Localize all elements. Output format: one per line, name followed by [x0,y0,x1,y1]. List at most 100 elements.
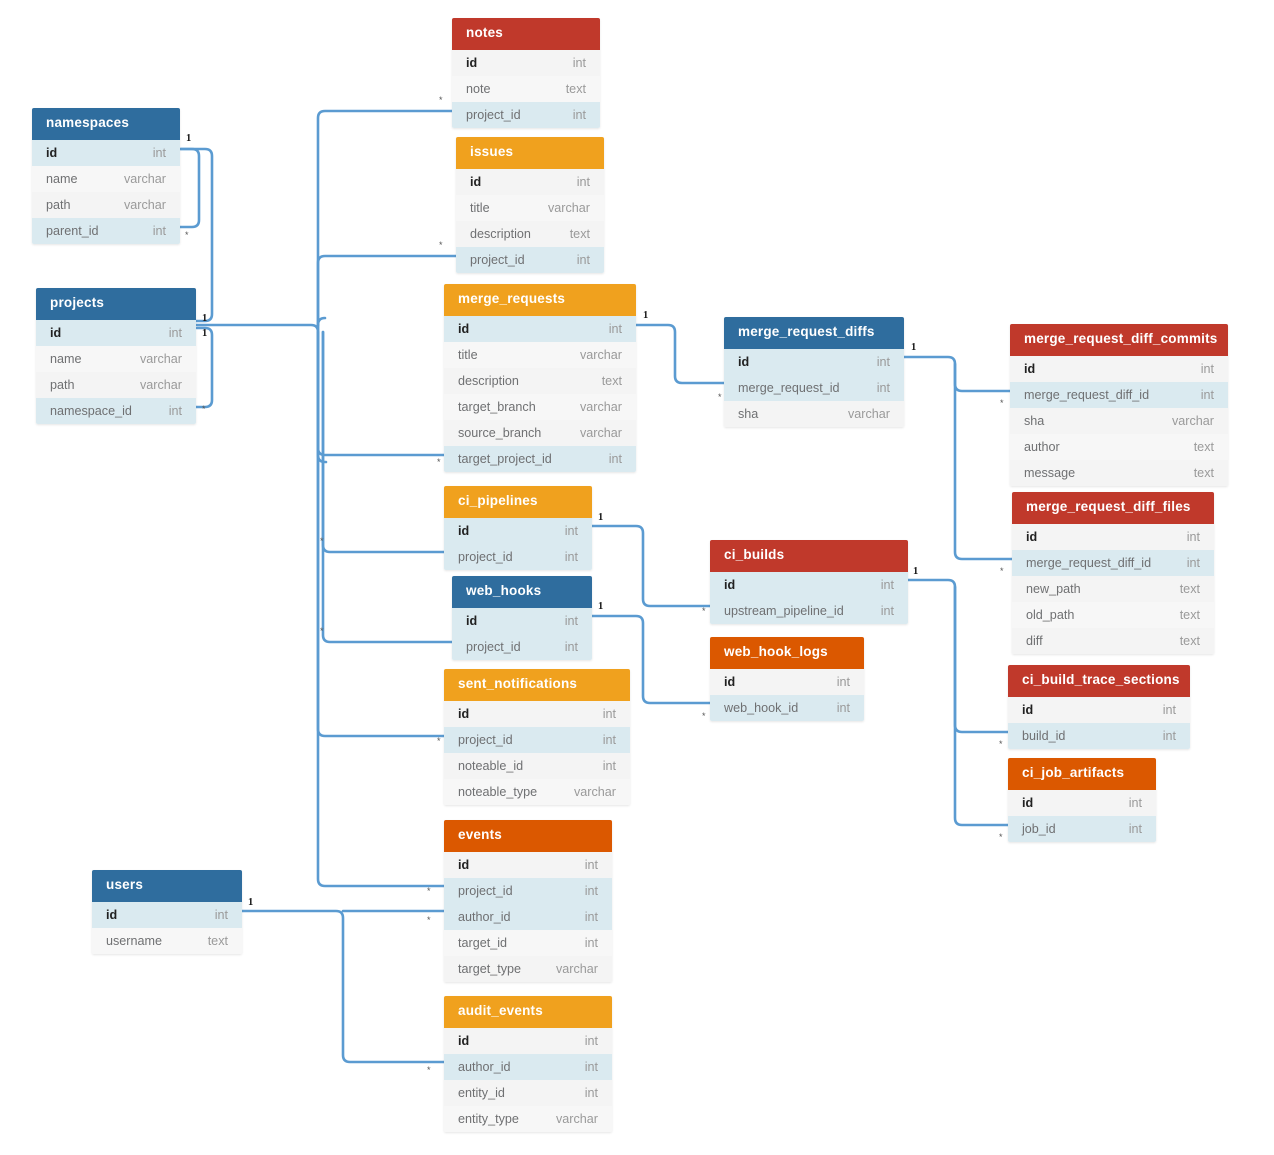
column-name: merge_request_id [738,380,840,395]
column-row[interactable]: project_id int [444,726,630,753]
column-row[interactable]: entity_id int [444,1079,612,1106]
table-ci_build_trace_sections[interactable]: ci_build_trace_sections id int build_id int [1008,665,1190,749]
table-notes[interactable]: notes id int note text project_id int [452,18,600,128]
column-row[interactable]: noteable_type varchar [444,778,630,805]
column-name: id [1026,529,1038,544]
column-row[interactable]: id int [452,607,592,634]
table-merge_request_diff_commits[interactable]: merge_request_diff_commits id int merge_req… [1010,324,1228,486]
table-ci_job_artifacts[interactable]: ci_job_artifacts id int job_id int [1008,758,1156,842]
table-merge_requests[interactable]: merge_requests id int title varchar descripti… [444,284,636,472]
column-row[interactable]: id int [444,851,612,878]
column-row[interactable]: sha varchar [724,400,904,427]
column-row[interactable]: id int [32,139,180,166]
column-row[interactable]: message text [1010,459,1228,486]
column-row[interactable]: new_path text [1012,575,1214,602]
table-issues[interactable]: issues id int title varchar description text pr… [456,137,604,273]
column-row[interactable]: entity_type varchar [444,1105,612,1132]
cardinality-mark-many: * [439,95,443,105]
column-row[interactable]: author text [1010,433,1228,460]
column-row[interactable]: id int [456,168,604,195]
table-users[interactable]: users id int username text [92,870,242,954]
column-row[interactable]: target_type varchar [444,955,612,982]
table-web_hooks[interactable]: web_hooks id int project_id int [452,576,592,660]
column-type: int [836,700,850,715]
column-row[interactable]: upstream_pipeline_id int [710,597,908,624]
column-type: int [584,857,598,872]
column-type: int [1200,387,1214,402]
column-row[interactable]: build_id int [1008,722,1190,749]
column-row[interactable]: project_id int [444,543,592,570]
column-row[interactable]: target_id int [444,929,612,956]
column-row[interactable]: id int [724,348,904,375]
column-type: int [602,706,616,721]
column-row[interactable]: id int [36,319,196,346]
column-row[interactable]: id int [444,1027,612,1054]
edge-mrdiffs-spine [902,355,1014,561]
column-row[interactable]: author_id int [444,903,612,930]
column-row[interactable]: project_id int [452,633,592,660]
table-merge_request_diff_files[interactable]: merge_request_diff_files id int merge_reque… [1012,492,1214,654]
column-row[interactable]: parent_id int [32,217,180,244]
column-row[interactable]: project_id int [452,101,600,128]
table-sent_notifications[interactable]: sent_notifications id int project_id int note… [444,669,630,805]
edge-projects-namespace-id [194,326,214,409]
column-name: id [1024,361,1036,376]
column-row[interactable]: project_id int [444,877,612,904]
column-row[interactable]: path varchar [32,191,180,218]
table-audit_events[interactable]: audit_events id int author_id int entity_id in… [444,996,612,1132]
cardinality-label-one: 1 [643,310,649,321]
column-type: int [1186,555,1200,570]
column-row[interactable]: diff text [1012,627,1214,654]
column-row[interactable]: id int [1010,355,1228,382]
column-row[interactable]: sha varchar [1010,407,1228,434]
table-ci_builds[interactable]: ci_builds id int upstream_pipeline_id int [710,540,908,624]
column-row[interactable]: description text [444,367,636,394]
column-row[interactable]: target_project_id int [444,445,636,472]
column-row[interactable]: id int [1008,696,1190,723]
column-row[interactable]: name varchar [32,165,180,192]
column-row[interactable]: username text [92,927,242,954]
column-row[interactable]: description text [456,220,604,247]
table-namespaces[interactable]: namespaces id int name varchar path varchar par… [32,108,180,244]
column-row[interactable]: merge_request_diff_id int [1012,549,1214,576]
table-projects[interactable]: projects id int name varchar path varchar names… [36,288,196,424]
column-row[interactable]: id int [92,901,242,928]
edge-namespaces-self [178,147,201,229]
column-row[interactable]: id int [710,571,908,598]
column-type: int [168,325,182,340]
table-ci_pipelines[interactable]: ci_pipelines id int project_id int [444,486,592,570]
column-row[interactable]: job_id int [1008,815,1156,842]
column-row[interactable]: noteable_id int [444,752,630,779]
column-row[interactable]: note text [452,75,600,102]
column-row[interactable]: title varchar [456,194,604,221]
column-row[interactable]: author_id int [444,1053,612,1080]
table-events[interactable]: events id int project_id int author_id int targ… [444,820,612,982]
column-row[interactable]: id int [452,49,600,76]
column-row[interactable]: id int [444,700,630,727]
table-header-users: users [92,870,242,902]
column-row[interactable]: title varchar [444,341,636,368]
column-row[interactable]: id int [444,315,636,342]
column-row[interactable]: web_hook_id int [710,694,864,721]
column-row[interactable]: old_path text [1012,601,1214,628]
table-header-notes: notes [452,18,600,50]
column-row[interactable]: id int [710,668,864,695]
column-row[interactable]: id int [1008,789,1156,816]
column-row[interactable]: namespace_id int [36,397,196,424]
column-row[interactable]: merge_request_diff_id int [1010,381,1228,408]
column-row[interactable]: merge_request_id int [724,374,904,401]
column-name: job_id [1022,821,1056,836]
column-row[interactable]: id int [444,517,592,544]
column-row[interactable]: project_id int [456,246,604,273]
column-row[interactable]: id int [1012,523,1214,550]
column-row[interactable]: path varchar [36,371,196,398]
column-type: text [1179,607,1200,622]
column-row[interactable]: name varchar [36,345,196,372]
edge-projects-ci-pipelines [321,330,446,554]
table-web_hook_logs[interactable]: web_hook_logs id int web_hook_id int [710,637,864,721]
column-name: sha [738,406,759,421]
column-row[interactable]: source_branch varchar [444,419,636,446]
column-type: text [1193,465,1214,480]
table-merge_request_diffs[interactable]: merge_request_diffs id int merge_request_id… [724,317,904,427]
column-row[interactable]: target_branch varchar [444,393,636,420]
